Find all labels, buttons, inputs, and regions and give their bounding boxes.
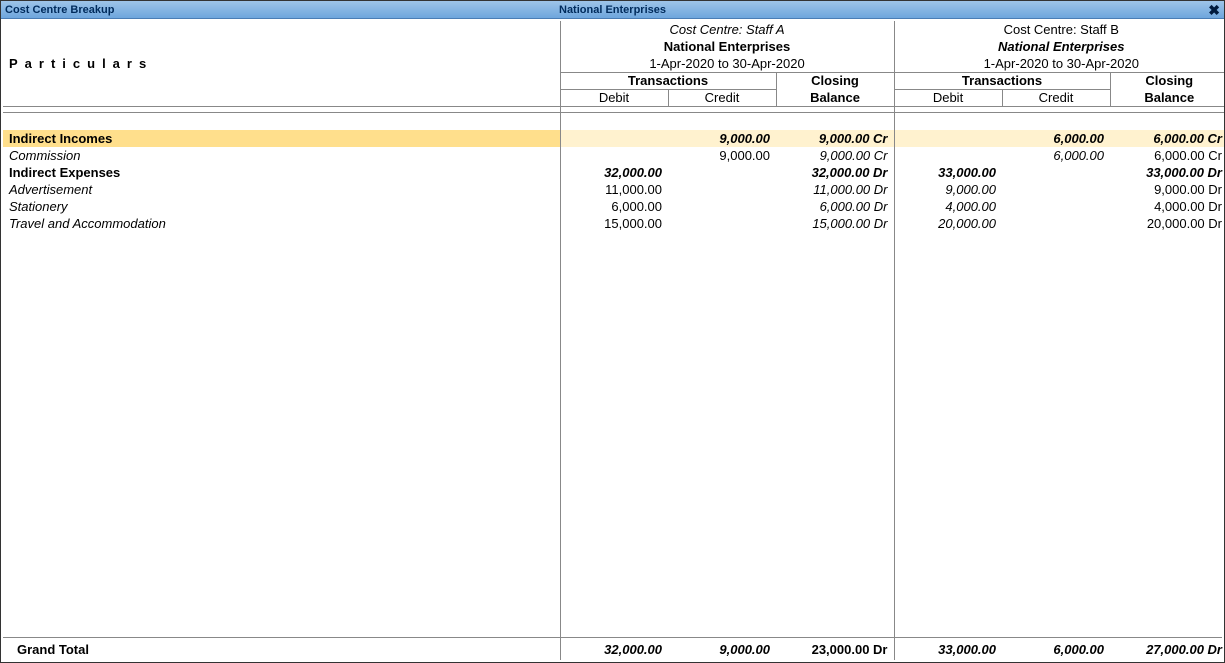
table-row[interactable]: Commission 9,000.00 9,000.00 Cr 6,000.00…	[3, 147, 1224, 164]
cell-a-debit: 11,000.00	[560, 181, 668, 198]
row-label: Stationery	[3, 198, 560, 215]
section-a-credit-header: Credit	[668, 89, 776, 106]
grand-total-a-debit: 32,000.00	[560, 638, 668, 660]
cell-b-credit: 6,000.00	[1002, 147, 1110, 164]
cell-b-balance: 6,000.00 Cr	[1110, 130, 1224, 147]
cell-a-balance: 9,000.00 Cr	[776, 130, 894, 147]
row-label: Indirect Incomes	[3, 130, 560, 147]
section-a-transactions: Transactions	[560, 72, 776, 89]
table-row[interactable]: Travel and Accommodation 15,000.00 15,00…	[3, 215, 1224, 232]
report-body: Particulars Cost Centre: Staff A Cost Ce…	[1, 19, 1224, 662]
cell-b-credit	[1002, 198, 1110, 215]
cell-b-balance: 33,000.00 Dr	[1110, 164, 1224, 181]
window: Cost Centre Breakup National Enterprises…	[0, 0, 1225, 663]
titlebar: Cost Centre Breakup National Enterprises…	[1, 1, 1224, 19]
grand-total-a-balance: 23,000.00 Dr	[776, 638, 894, 660]
row-label: Travel and Accommodation	[3, 215, 560, 232]
grand-total-row: Grand Total 32,000.00 9,000.00 23,000.00…	[3, 638, 1224, 660]
cell-a-balance: 15,000.00 Dr	[776, 215, 894, 232]
cell-a-debit: 15,000.00	[560, 215, 668, 232]
cell-b-credit	[1002, 164, 1110, 181]
cell-a-balance: 11,000.00 Dr	[776, 181, 894, 198]
cell-a-balance: 9,000.00 Cr	[776, 147, 894, 164]
blank-row	[3, 113, 1224, 130]
cell-b-debit	[894, 147, 1002, 164]
section-a-period: 1-Apr-2020 to 30-Apr-2020	[560, 55, 894, 72]
section-b-company: National Enterprises	[894, 38, 1224, 55]
row-label: Indirect Expenses	[3, 164, 560, 181]
grand-total-label: Grand Total	[3, 638, 560, 660]
cell-a-debit	[560, 147, 668, 164]
section-a-costcentre: Cost Centre: Staff A	[560, 21, 894, 38]
table-row[interactable]: Indirect Incomes 9,000.00 9,000.00 Cr 6,…	[3, 130, 1224, 147]
cell-b-balance: 4,000.00 Dr	[1110, 198, 1224, 215]
cell-b-balance: 9,000.00 Dr	[1110, 181, 1224, 198]
cell-a-credit	[668, 198, 776, 215]
cell-b-credit: 6,000.00	[1002, 130, 1110, 147]
row-label: Advertisement	[3, 181, 560, 198]
cell-b-debit: 33,000.00	[894, 164, 1002, 181]
window-title-left: Cost Centre Breakup	[1, 4, 114, 16]
cell-b-credit	[1002, 215, 1110, 232]
section-b-credit-header: Credit	[1002, 89, 1110, 106]
cell-a-debit: 6,000.00	[560, 198, 668, 215]
grand-total-b-balance: 27,000.00 Dr	[1110, 638, 1224, 660]
grand-total-b-credit: 6,000.00	[1002, 638, 1110, 660]
col-header-particulars: Particulars	[3, 21, 560, 106]
section-b-balance-header: Balance	[1110, 89, 1224, 106]
window-title-center: National Enterprises	[1, 4, 1224, 16]
cell-b-debit: 4,000.00	[894, 198, 1002, 215]
section-a-debit-header: Debit	[560, 89, 668, 106]
grand-total-b-debit: 33,000.00	[894, 638, 1002, 660]
cell-b-debit: 9,000.00	[894, 181, 1002, 198]
cell-a-credit: 9,000.00	[668, 130, 776, 147]
cell-a-balance: 6,000.00 Dr	[776, 198, 894, 215]
empty-area	[3, 232, 1222, 638]
table-row[interactable]: Indirect Expenses 32,000.00 32,000.00 Dr…	[3, 164, 1224, 181]
section-b-debit-header: Debit	[894, 89, 1002, 106]
section-b-closing: Closing	[1110, 72, 1224, 89]
cell-a-debit	[560, 130, 668, 147]
cell-b-balance: 20,000.00 Dr	[1110, 215, 1224, 232]
footer: Grand Total 32,000.00 9,000.00 23,000.00…	[3, 637, 1222, 660]
cell-a-credit: 9,000.00	[668, 147, 776, 164]
cell-b-balance: 6,000.00 Cr	[1110, 147, 1224, 164]
grand-total-a-credit: 9,000.00	[668, 638, 776, 660]
table-row[interactable]: Stationery 6,000.00 6,000.00 Dr 4,000.00…	[3, 198, 1224, 215]
section-a-company: National Enterprises	[560, 38, 894, 55]
cell-b-debit	[894, 130, 1002, 147]
cell-a-credit	[668, 215, 776, 232]
section-b-costcentre: Cost Centre: Staff B	[894, 21, 1224, 38]
cell-b-credit	[1002, 181, 1110, 198]
cell-a-credit	[668, 181, 776, 198]
close-icon[interactable]: ✖	[1208, 1, 1220, 19]
section-a-balance-header: Balance	[776, 89, 894, 106]
section-b-transactions: Transactions	[894, 72, 1110, 89]
cell-a-credit	[668, 164, 776, 181]
section-b-period: 1-Apr-2020 to 30-Apr-2020	[894, 55, 1224, 72]
table-row[interactable]: Advertisement 11,000.00 11,000.00 Dr 9,0…	[3, 181, 1224, 198]
cell-a-balance: 32,000.00 Dr	[776, 164, 894, 181]
data-table: Indirect Incomes 9,000.00 9,000.00 Cr 6,…	[3, 113, 1224, 232]
row-label: Commission	[3, 147, 560, 164]
cell-a-debit: 32,000.00	[560, 164, 668, 181]
section-a-closing: Closing	[776, 72, 894, 89]
cell-b-debit: 20,000.00	[894, 215, 1002, 232]
header-table: Particulars Cost Centre: Staff A Cost Ce…	[3, 21, 1224, 113]
